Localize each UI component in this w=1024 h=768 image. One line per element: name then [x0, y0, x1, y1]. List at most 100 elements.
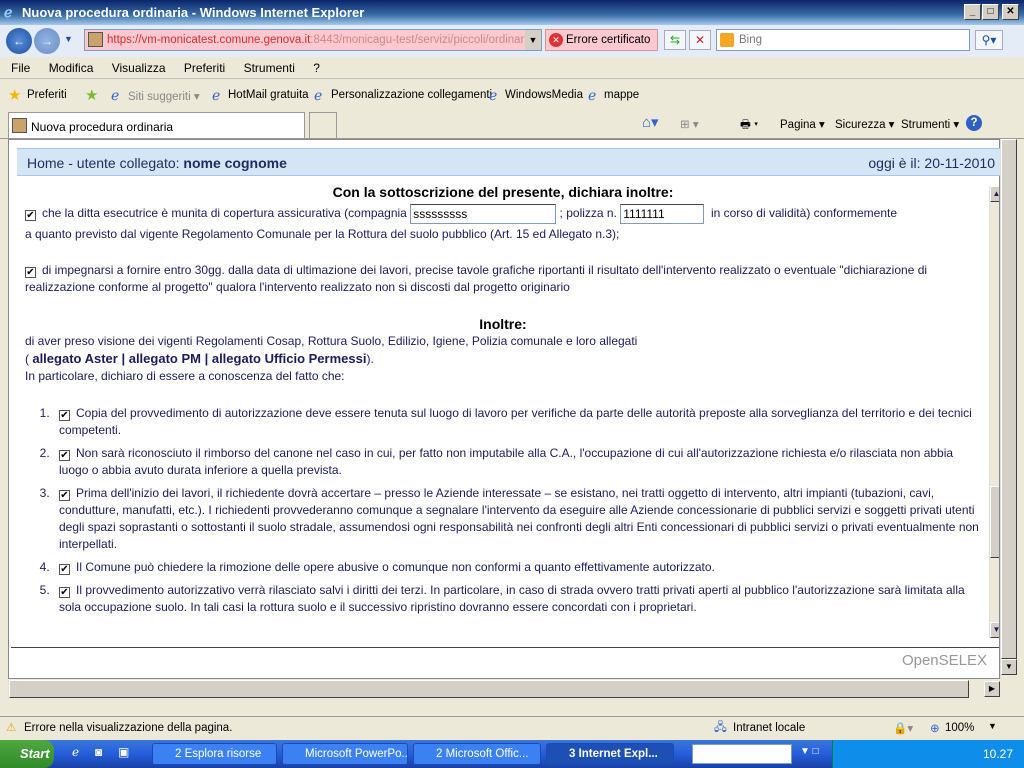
fav-windowsmedia[interactable]: WindowsMedia: [505, 89, 583, 101]
history-dropdown-icon[interactable]: ▼: [64, 34, 73, 44]
company-input[interactable]: sssssssss: [410, 203, 557, 224]
insurance-text-3: a quanto previsto dal vigente Regolament…: [25, 226, 620, 241]
menu-modifica[interactable]: Modifica: [49, 61, 94, 75]
scroll-right-button[interactable]: ▶: [984, 681, 1000, 697]
security-zone[interactable]: Intranet locale: [733, 722, 805, 734]
clock[interactable]: 10.27: [983, 747, 1013, 761]
back-button[interactable]: ←: [6, 28, 32, 54]
address-dropdown-icon[interactable]: ▼: [525, 30, 541, 50]
ie-icon: ℯ: [4, 4, 13, 20]
link-allegato-pm[interactable]: allegato PM: [129, 351, 201, 366]
intranet-icon: 🖧: [714, 722, 727, 734]
forward-button[interactable]: →: [34, 28, 60, 54]
new-tab-button[interactable]: [309, 112, 337, 138]
ie-icon: ℯ: [111, 87, 120, 103]
status-message[interactable]: Errore nella visualizzazione della pagin…: [24, 722, 232, 734]
policy-label: ; polizza n.: [559, 206, 617, 220]
drawings-checkbox[interactable]: ✔: [25, 266, 36, 278]
search-icon[interactable]: ⚲▾: [975, 30, 1003, 50]
refresh-icon[interactable]: ⇆: [664, 30, 686, 50]
insurance-text-2: in corso di validità) conformemente: [710, 206, 898, 220]
desktop-icon[interactable]: ▣: [118, 745, 129, 759]
condition-checkbox[interactable]: ✔: [59, 563, 70, 575]
system-tray: 10.27: [832, 740, 1024, 768]
taskbar-powerpoint[interactable]: Microsoft PowerPo...: [282, 743, 408, 765]
condition-checkbox[interactable]: ✔: [59, 489, 70, 501]
protected-mode-icon[interactable]: 🔒▾: [893, 721, 913, 735]
menu-bar: File Modifica Visualizza Preferiti Strum…: [0, 57, 1024, 79]
feeds-icon[interactable]: ⊞ ▾: [680, 117, 699, 131]
home-icon[interactable]: ⌂▾: [642, 113, 659, 131]
horizontal-scrollbar[interactable]: ▶: [8, 680, 1000, 698]
certificate-error-button[interactable]: ✕ Errore certificato: [545, 29, 658, 51]
current-date: oggi è il: 20-11-2010: [868, 155, 995, 171]
help-icon[interactable]: ?: [966, 115, 982, 131]
menu-help[interactable]: ?: [313, 61, 320, 75]
menu-pagina[interactable]: Pagina ▾: [780, 117, 825, 131]
condition-text: Copia del provvedimento di autorizzazion…: [59, 405, 972, 437]
zoom-dropdown-icon[interactable]: ▼: [988, 721, 997, 731]
scroll-up-button[interactable]: ▲: [990, 186, 999, 202]
declaration-drawings: ✔ di impegnarsi a fornire entro 30gg. dal…: [25, 262, 981, 296]
insurance-checkbox[interactable]: ✔: [25, 210, 36, 221]
taskbar-ie[interactable]: 3 Internet Expl...: [546, 743, 674, 765]
condition-checkbox[interactable]: ✔: [59, 409, 70, 421]
link-allegato-aster[interactable]: allegato Aster: [32, 351, 118, 366]
fav-mappe[interactable]: mappe: [604, 89, 639, 101]
warning-icon[interactable]: ⚠: [6, 720, 16, 734]
section-heading: Con la sottoscrizione del presente, dich…: [332, 184, 674, 200]
condition-checkbox[interactable]: ✔: [59, 586, 70, 598]
menu-visualizza[interactable]: Visualizza: [112, 61, 166, 75]
taskbar: Start ℯ ◙ ▣ 2 Esplora risorse Microsoft …: [0, 740, 1024, 768]
fav-hotmail[interactable]: HotMail gratuita: [228, 89, 309, 101]
quicklaunch-icon[interactable]: ◙: [95, 745, 102, 759]
url-host: https://vm-monicatest.comune.genova.it: [107, 34, 311, 46]
url-path: :8443/monicagu-test/servizi/piccoli/ordi…: [310, 34, 542, 46]
particolare-text: In particolare, dichiaro di essere a con…: [25, 368, 345, 383]
menu-sicurezza[interactable]: Sicurezza ▾: [835, 117, 894, 131]
scroll-thumb[interactable]: [990, 486, 999, 558]
toolbar-menu-icon[interactable]: ▼ □: [800, 746, 819, 757]
menu-preferiti[interactable]: Preferiti: [184, 61, 225, 75]
zoom-level[interactable]: 100%: [945, 722, 974, 734]
condition-text: Prima dell'inizio dei lavori, il richied…: [59, 485, 979, 551]
condition-text: Non sarà riconosciuto il rimborso del ca…: [59, 445, 954, 477]
maximize-button[interactable]: □: [982, 4, 999, 20]
add-favorite-icon[interactable]: ★: [85, 86, 98, 104]
page-scroll-down[interactable]: ▼: [1001, 659, 1017, 675]
address-input[interactable]: https://vm-monicatest.comune.genova.it:8…: [84, 29, 542, 51]
bing-icon: [720, 33, 734, 47]
condition-checkbox[interactable]: ✔: [59, 449, 70, 461]
page-scroll-thumb[interactable]: [1001, 139, 1017, 659]
fav-personalizzazione[interactable]: Personalizzazione collegamenti: [331, 89, 492, 101]
link-allegato-ufficio-permessi[interactable]: allegato Ufficio Permessi: [212, 351, 367, 366]
google-search-box[interactable]: [692, 744, 792, 764]
ie-quicklaunch-icon[interactable]: ℯ: [72, 745, 79, 759]
print-icon[interactable]: 🖶 ▾: [740, 117, 758, 136]
fav-suggested-sites[interactable]: Siti suggeriti ▾: [128, 89, 200, 103]
minimize-button[interactable]: _: [964, 4, 981, 20]
page-scrollbar[interactable]: ▼: [1000, 139, 1017, 679]
start-button[interactable]: Start: [0, 740, 54, 768]
tab-nuova-procedura[interactable]: Nuova procedura ordinaria: [8, 112, 305, 138]
taskbar-office[interactable]: 2 Microsoft Offic...: [413, 743, 541, 765]
menu-strumenti-cmd[interactable]: Strumenti ▾: [901, 117, 959, 131]
inner-scrollbar[interactable]: ▲ ▼: [989, 186, 999, 638]
list-item: ✔Il provvedimento autorizzativo verrà ri…: [53, 582, 981, 616]
home-link[interactable]: Home - utente collegato:: [27, 155, 183, 171]
menu-strumenti[interactable]: Strumenti: [244, 61, 295, 75]
ie-icon: ℯ: [588, 87, 597, 103]
policy-input[interactable]: 1111111: [620, 203, 705, 224]
menu-file[interactable]: File: [11, 61, 30, 75]
search-input[interactable]: Bing: [716, 29, 970, 51]
close-button[interactable]: ✕: [1002, 4, 1019, 20]
taskbar-explorer[interactable]: 2 Esplora risorse: [152, 743, 277, 765]
h-scroll-thumb[interactable]: [9, 680, 969, 698]
status-bar: ⚠ Errore nella visualizzazione della pag…: [0, 716, 1024, 738]
page-viewport: Home - utente collegato: nome cognome og…: [8, 139, 1005, 679]
favorites-button[interactable]: Preferiti: [27, 89, 67, 101]
scroll-down-button[interactable]: ▼: [990, 622, 999, 638]
inoltre-heading: Inoltre:: [479, 315, 527, 332]
stop-icon[interactable]: ✕: [689, 30, 711, 50]
visione-text: di aver preso visione dei vigenti Regola…: [25, 333, 638, 348]
